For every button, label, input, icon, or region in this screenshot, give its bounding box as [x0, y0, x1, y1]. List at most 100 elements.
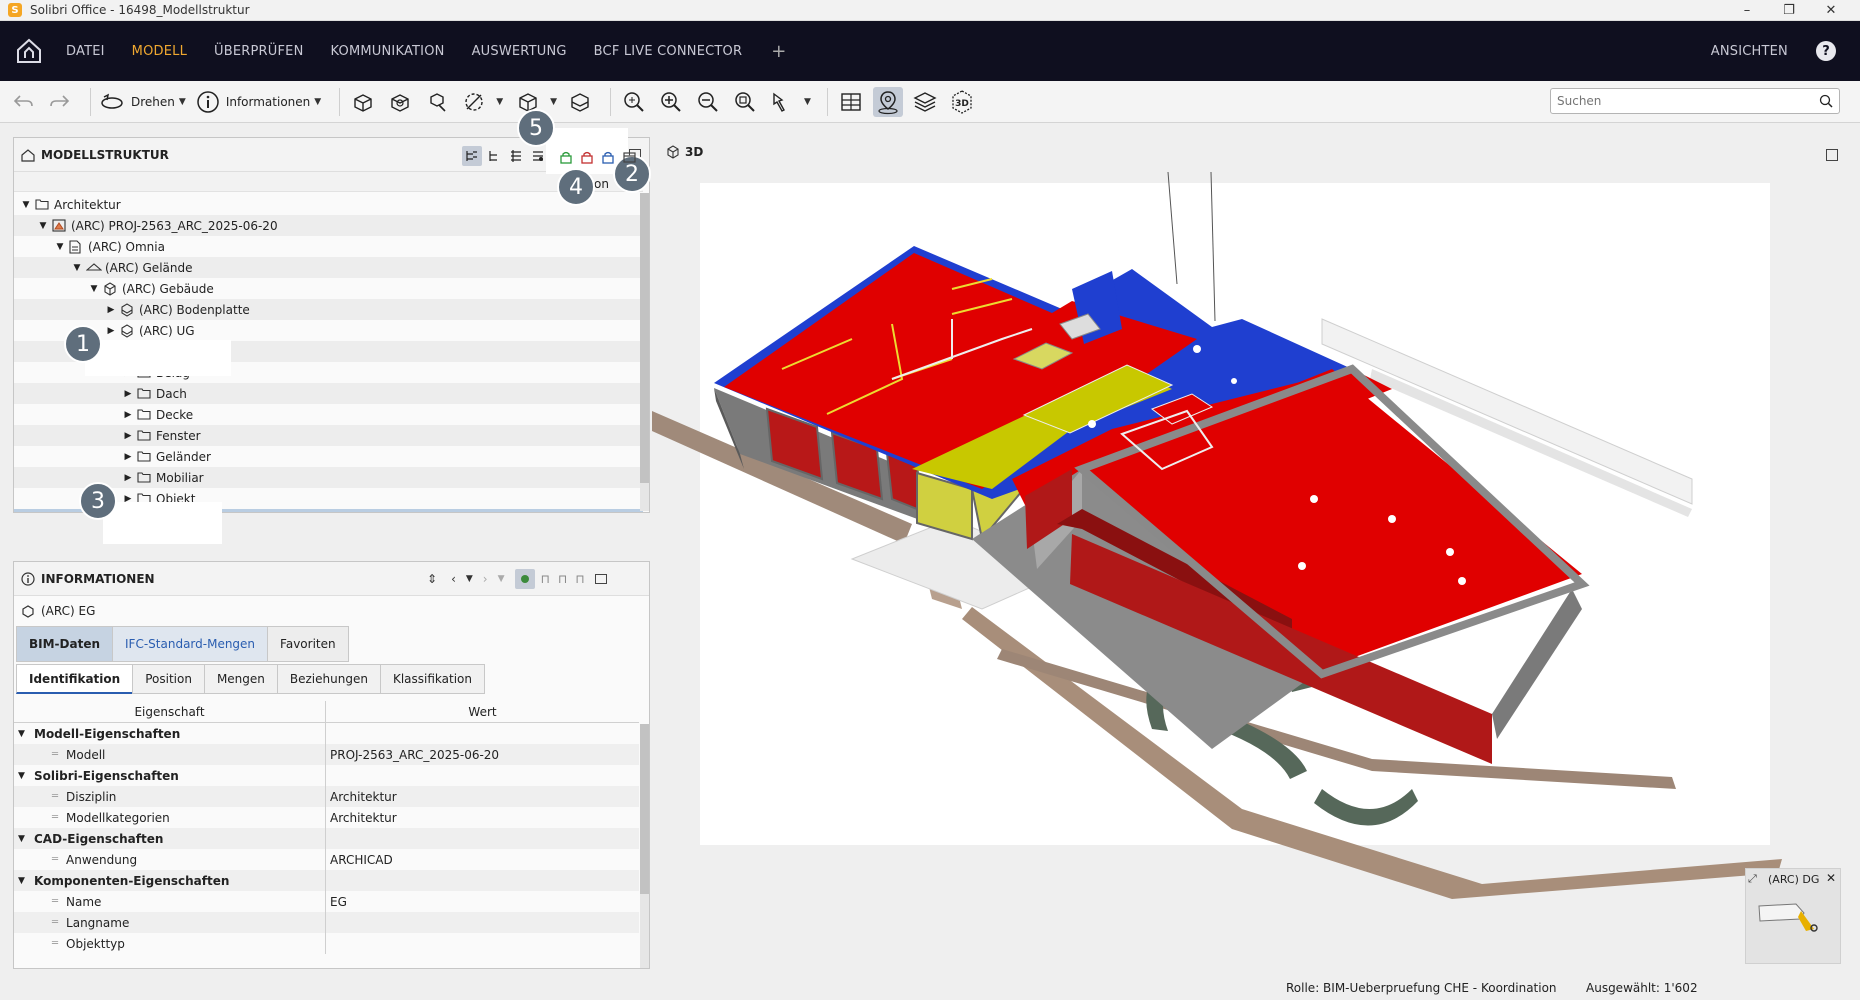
tree-row[interactable]: ▼ (ARC) Omnia — [14, 236, 643, 257]
expand-right-icon[interactable]: ▶ — [122, 431, 134, 441]
info-dropdown[interactable]: Informationen ▼ — [196, 90, 321, 114]
chevron-down-icon[interactable]: ▼ — [804, 97, 811, 107]
tab-favoriten[interactable]: Favoriten — [267, 626, 349, 662]
expand-right-icon[interactable]: ▶ — [122, 410, 134, 420]
expand-right-icon[interactable]: ▶ — [105, 305, 117, 315]
tree-row[interactable]: ▶ (ARC) Bodenplatte — [14, 299, 643, 320]
zoom-fit-icon[interactable] — [619, 87, 649, 117]
transparency-icon[interactable] — [459, 87, 489, 117]
tree-row[interactable]: ▼ Architektur — [14, 194, 643, 215]
location-icon[interactable] — [872, 86, 903, 117]
tree-row[interactable]: ▶ Dach — [14, 383, 643, 404]
column-wert[interactable]: Wert — [326, 701, 639, 722]
property-group-row[interactable]: ▼ Modell-Eigenschaften — [14, 723, 639, 744]
expand-right-icon[interactable]: ▶ — [122, 452, 134, 462]
property-row[interactable]: ═ Anwendung ARCHICAD — [14, 849, 639, 870]
home-logo-icon[interactable] — [14, 36, 44, 66]
panel-layout-icon[interactable] — [594, 574, 607, 584]
tree-row[interactable]: ▼ (ARC) Gebäude — [14, 278, 643, 299]
tree-row[interactable]: ▶ Fenster — [14, 425, 643, 446]
lock-red-icon[interactable] — [578, 148, 596, 166]
expand-right-icon[interactable]: ▶ — [122, 473, 134, 483]
property-group-row[interactable]: ▼ Solibri-Eigenschaften — [14, 765, 639, 786]
minimap-close-icon[interactable]: ✕ — [1826, 871, 1836, 885]
tree-row[interactable]: ▶ Geländer — [14, 446, 643, 467]
tree-components-icon[interactable] — [506, 146, 526, 166]
expand-down-icon[interactable]: ▼ — [18, 729, 28, 739]
subtab-position[interactable]: Position — [132, 664, 205, 694]
property-scrollbar[interactable] — [640, 724, 649, 968]
floor-plan-icon[interactable] — [836, 87, 866, 117]
expand-right-icon[interactable]: ▶ — [105, 326, 117, 336]
tree-classification-icon[interactable] — [528, 146, 548, 166]
property-row[interactable]: ═ Name EG — [14, 891, 639, 912]
tab-bim-daten[interactable]: BIM-Daten — [16, 626, 114, 662]
column-eigenschaft[interactable]: Eigenschaft — [14, 701, 326, 722]
property-group-row[interactable]: ▼ Komponenten-Eigenschaften — [14, 870, 639, 891]
3d-view-icon[interactable]: 3D — [947, 87, 977, 117]
minimap[interactable]: ⤢ (ARC) DG ✕ — [1745, 868, 1841, 964]
expand-down-icon[interactable]: ▼ — [54, 242, 66, 252]
minimize-icon[interactable]: – — [1726, 0, 1768, 21]
redo-icon[interactable] — [45, 87, 75, 117]
lock-green-icon[interactable] — [557, 148, 575, 166]
isolate-icon[interactable] — [422, 87, 452, 117]
undo-icon[interactable] — [8, 87, 38, 117]
zoom-in-icon[interactable] — [656, 87, 686, 117]
menu-bcf-live-connector[interactable]: BCF LIVE CONNECTOR — [594, 44, 743, 59]
subtab-beziehungen[interactable]: Beziehungen — [276, 664, 381, 694]
restore-icon[interactable]: ❐ — [1768, 0, 1810, 21]
tree-row[interactable]: ▶ (ARC) UG — [14, 320, 643, 341]
nav-forward-icon[interactable]: › — [483, 572, 488, 586]
lock-gray-icon-2[interactable]: ⊓ — [558, 572, 567, 586]
search-field[interactable] — [1550, 88, 1840, 114]
3d-viewport[interactable]: 3D ⤢ (ARC) DG ✕ — [652, 139, 1860, 979]
search-icon[interactable] — [1819, 94, 1833, 108]
expand-down-icon[interactable]: ▼ — [18, 834, 28, 844]
property-row[interactable]: ═ Modell PROJ-2563_ARC_2025-06-20 — [14, 744, 639, 765]
subtab-identifikation[interactable]: Identifikation — [16, 664, 134, 694]
menu-auswertung[interactable]: AUSWERTUNG — [472, 44, 567, 59]
chevron-down-icon[interactable]: ▼ — [550, 97, 557, 107]
tree-scrollbar[interactable] — [640, 193, 649, 511]
property-group-row[interactable]: ▼ CAD-Eigenschaften — [14, 828, 639, 849]
menu-datei[interactable]: DATEI — [66, 44, 105, 59]
sync-selection-icon[interactable] — [514, 569, 535, 589]
expand-down-icon[interactable]: ▼ — [88, 284, 100, 294]
add-tab-button[interactable]: + — [771, 41, 786, 62]
property-row[interactable]: ═ Langname — [14, 912, 639, 933]
history-forward-dropdown-icon[interactable]: ▼ — [498, 574, 505, 584]
tab-ifc-standard-mengen[interactable]: IFC-Standard-Mengen — [112, 626, 269, 662]
tree-storey-icon[interactable] — [484, 146, 504, 166]
tree-row[interactable]: ▼ (ARC) PROJ-2563_ARC_2025-06-20 — [14, 215, 643, 236]
show-all-icon[interactable] — [348, 87, 378, 117]
minimap-expand-icon[interactable]: ⤢ — [1748, 872, 1757, 886]
property-row[interactable]: ═ Disziplin Architektur — [14, 786, 639, 807]
zoom-out-icon[interactable] — [693, 87, 723, 117]
sort-icon[interactable]: ⇕ — [427, 572, 437, 586]
layers-icon[interactable] — [910, 87, 940, 117]
hide-icon[interactable] — [385, 87, 415, 117]
menu-kommunikation[interactable]: KOMMUNIKATION — [331, 44, 445, 59]
expand-down-icon[interactable]: ▼ — [18, 876, 28, 886]
property-row[interactable]: ═ Modellkategorien Architektur — [14, 807, 639, 828]
tree-hierarchy-icon[interactable] — [462, 146, 482, 166]
section-box-icon[interactable] — [565, 87, 595, 117]
help-icon[interactable]: ? — [1816, 41, 1836, 61]
expand-right-icon[interactable]: ▶ — [122, 389, 134, 399]
panel-layout-icon[interactable] — [620, 148, 638, 166]
subtab-mengen[interactable]: Mengen — [203, 664, 278, 694]
subtab-klassifikation[interactable]: Klassifikation — [379, 664, 485, 694]
tree-row[interactable]: ▶ Decke — [14, 404, 643, 425]
nav-back-icon[interactable]: ‹ — [451, 572, 456, 586]
building-model[interactable] — [652, 139, 1860, 979]
expand-down-icon[interactable]: ▼ — [20, 200, 32, 210]
lock-gray-icon-3[interactable]: ⊓ — [575, 572, 584, 586]
property-scrollbar-thumb[interactable] — [640, 724, 649, 894]
search-input[interactable] — [1557, 94, 1819, 108]
tree-row[interactable]: ▼ (ARC) Gelände — [14, 257, 643, 278]
zoom-selection-icon[interactable] — [730, 87, 760, 117]
lock-blue-icon[interactable] — [599, 148, 617, 166]
lock-gray-icon-1[interactable]: ⊓ — [541, 572, 550, 586]
close-icon[interactable]: ✕ — [1810, 0, 1852, 21]
